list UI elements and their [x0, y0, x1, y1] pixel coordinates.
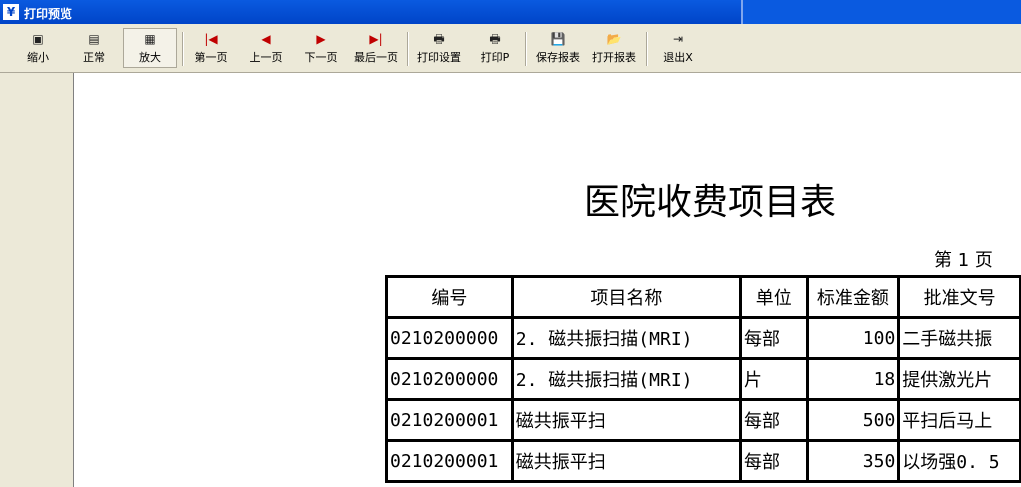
print-setup-button[interactable]: 🖶 打印设置	[411, 28, 467, 68]
title-bar: ¥ 打印预览	[0, 0, 1021, 24]
exit-icon: ⇥	[672, 32, 684, 46]
normal-icon: ▤	[88, 32, 100, 46]
printer-icon: 🖶	[489, 32, 501, 46]
report-table: 编号 项目名称 单位 标准金额 批准文号 0210200000 2. 磁共振扫描…	[385, 275, 1021, 483]
next-page-label: 下一页	[304, 51, 338, 64]
last-page-label: 最后一页	[354, 51, 398, 64]
column-header: 项目名称	[510, 275, 742, 319]
cell-item-name: 2. 磁共振扫描(MRI)	[510, 316, 742, 360]
print-setup-icon: 🖶	[433, 32, 445, 46]
next-page-icon: ▶	[316, 32, 326, 46]
window-title: 打印预览	[24, 7, 73, 21]
table-row: 0210200000 2. 磁共振扫描(MRI) 片 18 提供激光片	[385, 357, 1021, 401]
first-page-icon: |◀	[204, 32, 218, 46]
next-page-button[interactable]: ▶ 下一页	[297, 28, 345, 68]
cell-amount: 100	[805, 316, 901, 360]
cell-item-name: 2. 磁共振扫描(MRI)	[510, 357, 742, 401]
cell-code: 0210200001	[385, 398, 514, 442]
first-page-button[interactable]: |◀ 第一页	[187, 28, 235, 68]
print-setup-label: 打印设置	[417, 51, 461, 64]
zoom-out-label: 缩小	[27, 51, 49, 64]
print-label: 打印P	[480, 51, 510, 64]
cell-code: 0210200000	[385, 357, 514, 401]
cell-amount: 18	[805, 357, 901, 401]
title-bar-edge	[741, 0, 1021, 24]
toolbar: ▣ 缩小 ▤ 正常 ▦ 放大 |◀ 第一页 ◀ 上一页 ▶ 下一页 ▶| 最后一…	[0, 24, 1021, 73]
preview-page: 医院收费项目表 第 1 页 编号 项目名称 单位 标准金额 批准文号 02102…	[73, 73, 1021, 487]
last-page-icon: ▶|	[369, 32, 383, 46]
toolbar-separator	[182, 32, 184, 66]
print-button[interactable]: 🖶 打印P	[472, 28, 518, 68]
toolbar-separator	[525, 32, 527, 66]
cell-approval: 提供激光片	[897, 357, 1021, 401]
save-report-button[interactable]: 💾 保存报表	[530, 28, 586, 68]
cell-unit: 每部	[738, 439, 809, 483]
zoom-in-label: 放大	[139, 51, 161, 64]
cell-unit: 每部	[738, 316, 809, 360]
column-header: 单位	[738, 275, 809, 319]
prev-page-icon: ◀	[261, 32, 271, 46]
zoom-in-button[interactable]: ▦ 放大	[123, 28, 177, 68]
open-report-label: 打开报表	[592, 51, 636, 64]
column-header: 标准金额	[805, 275, 901, 319]
table-row: 0210200001 磁共振平扫 每部 500 平扫后马上	[385, 398, 1021, 442]
zoom-out-button[interactable]: ▣ 缩小	[14, 28, 62, 68]
normal-label: 正常	[83, 51, 105, 64]
cell-unit: 每部	[738, 398, 809, 442]
zoom-out-icon: ▣	[32, 32, 44, 46]
toolbar-separator	[407, 32, 409, 66]
save-icon: 💾	[550, 32, 566, 46]
last-page-button[interactable]: ▶| 最后一页	[349, 28, 403, 68]
cell-code: 0210200001	[385, 439, 514, 483]
toolbar-separator	[646, 32, 648, 66]
cell-amount: 500	[805, 398, 901, 442]
zoom-in-icon: ▦	[144, 32, 156, 46]
cell-amount: 350	[805, 439, 901, 483]
first-page-label: 第一页	[194, 51, 228, 64]
open-report-button[interactable]: 📂 打开报表	[586, 28, 642, 68]
prev-page-button[interactable]: ◀ 上一页	[242, 28, 290, 68]
exit-label: 退出X	[663, 51, 693, 64]
cell-approval: 平扫后马上	[897, 398, 1021, 442]
exit-button[interactable]: ⇥ 退出X	[654, 28, 702, 68]
cell-item-name: 磁共振平扫	[510, 398, 742, 442]
cell-item-name: 磁共振平扫	[510, 439, 742, 483]
cell-approval: 以场强0. 5	[897, 439, 1021, 483]
column-header: 批准文号	[897, 275, 1021, 319]
normal-button[interactable]: ▤ 正常	[68, 28, 120, 68]
app-icon: ¥	[3, 4, 19, 20]
column-header: 编号	[385, 275, 514, 319]
save-report-label: 保存报表	[536, 51, 580, 64]
left-pane	[0, 73, 72, 487]
table-row: 0210200000 2. 磁共振扫描(MRI) 每部 100 二手磁共振	[385, 316, 1021, 360]
open-folder-icon: 📂	[606, 32, 622, 46]
table-row: 0210200001 磁共振平扫 每部 350 以场强0. 5	[385, 439, 1021, 483]
page-number: 第 1 页	[934, 250, 993, 271]
report-title: 医院收费项目表	[584, 182, 837, 223]
cell-code: 0210200000	[385, 316, 514, 360]
table-header-row: 编号 项目名称 单位 标准金额 批准文号	[385, 275, 1021, 319]
cell-approval: 二手磁共振	[897, 316, 1021, 360]
prev-page-label: 上一页	[249, 51, 283, 64]
cell-unit: 片	[738, 357, 809, 401]
